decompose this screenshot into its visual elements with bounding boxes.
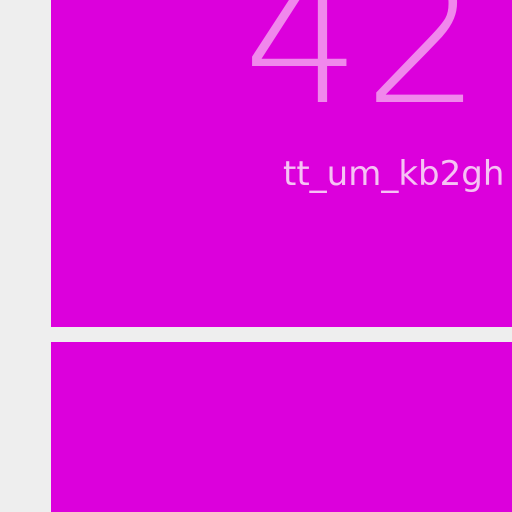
tile-value: 42 [243, 0, 484, 146]
tile-label: tt_um_kb2gh [283, 154, 505, 194]
stat-tile-2[interactable] [51, 342, 512, 512]
stat-tile[interactable]: 42 tt_um_kb2gh [51, 0, 512, 327]
screen: 42 tt_um_kb2gh [0, 0, 512, 512]
